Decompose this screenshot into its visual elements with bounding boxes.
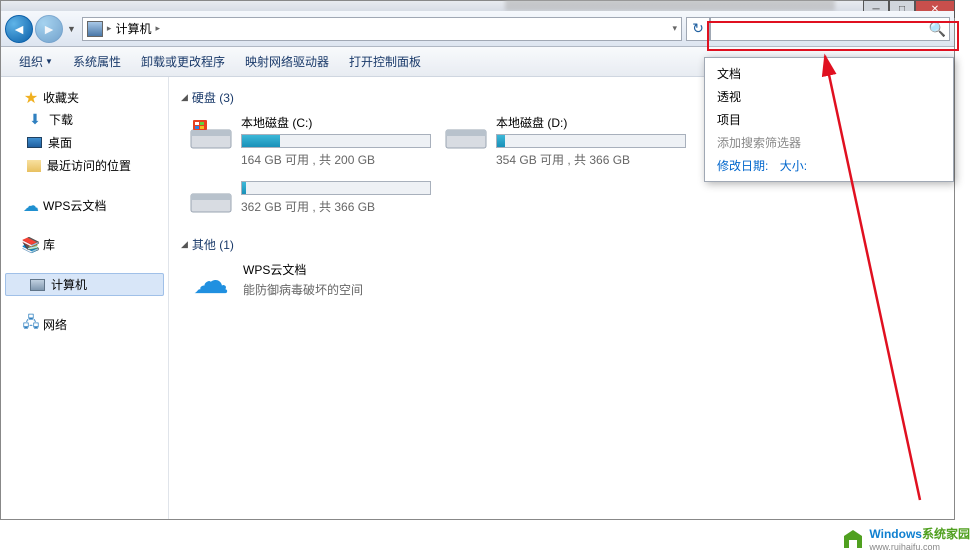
breadcrumb[interactable]: ▸ 计算机 ▸ ▾	[82, 17, 682, 41]
nav-wps-header[interactable]: ☁ WPS云文档	[1, 195, 168, 216]
desktop-icon	[27, 137, 42, 148]
watermark-brand: Windows系统家园	[869, 525, 970, 542]
search-filters: 修改日期: 大小:	[705, 154, 953, 177]
nav-label: 最近访问的位置	[47, 157, 131, 174]
nav-group-wps: ☁ WPS云文档	[1, 195, 168, 216]
star-icon: ★	[23, 90, 39, 106]
nav-forward-button[interactable]: ►	[35, 15, 63, 43]
watermark-logo-icon	[841, 528, 865, 550]
open-control-panel-button[interactable]: 打开控制面板	[341, 49, 429, 74]
breadcrumb-dropdown[interactable]: ▾	[672, 23, 677, 34]
search-suggestion-item[interactable]: 项目	[705, 108, 953, 131]
group-header-other[interactable]: ◢ 其他 (1)	[181, 236, 942, 253]
nav-label: 下载	[49, 111, 73, 128]
organize-menu[interactable]: 组织▼	[11, 49, 61, 74]
breadcrumb-separator[interactable]: ▸	[155, 23, 160, 34]
search-filter-label: 添加搜索筛选器	[705, 131, 953, 154]
search-icon[interactable]: 🔍	[929, 21, 946, 38]
nav-item-downloads[interactable]: ⬇ 下载	[1, 108, 168, 131]
drive-capacity-bar	[241, 134, 431, 148]
refresh-button[interactable]: ↻	[686, 17, 710, 41]
collapse-icon: ◢	[181, 92, 188, 103]
network-icon: 🖧	[23, 317, 39, 333]
drive-icon	[444, 114, 488, 154]
drive-capacity-bar	[496, 134, 686, 148]
recent-icon	[27, 160, 41, 172]
nav-back-button[interactable]: ◄	[5, 15, 33, 43]
drive-name: 本地磁盘 (C:)	[241, 114, 434, 131]
nav-group-libraries: 📚 库	[1, 234, 168, 255]
nav-label: 计算机	[51, 276, 87, 293]
group-label: 其他 (1)	[192, 236, 234, 253]
drive-stats: 362 GB 可用 , 共 366 GB	[241, 198, 434, 215]
search-suggestion-item[interactable]: 透视	[705, 85, 953, 108]
drive-item-d[interactable]: 本地磁盘 (D:) 354 GB 可用 , 共 366 GB	[444, 114, 689, 168]
breadcrumb-separator: ▸	[107, 23, 112, 34]
explorer-window: ─ □ ✕ ◄ ► ▼ ▸ 计算机 ▸ ▾ ↻ 🔍 文档 透视 项目 添加搜索筛…	[0, 0, 955, 520]
drive-item-c[interactable]: 本地磁盘 (C:) 164 GB 可用 , 共 200 GB	[189, 114, 434, 168]
drive-stats: 164 GB 可用 , 共 200 GB	[241, 151, 434, 168]
nav-label: 桌面	[48, 134, 72, 151]
title-bar: ─ □ ✕	[1, 1, 954, 11]
nav-group-computer: 计算机	[1, 273, 168, 296]
nav-label: 网络	[43, 316, 67, 333]
nav-group-favorites: ★ 收藏夹 ⬇ 下载 桌面 最近访问的位置	[1, 87, 168, 177]
collapse-icon: ◢	[181, 239, 188, 250]
cloud-icon: ☁	[189, 261, 233, 301]
nav-group-network: 🖧 网络	[1, 314, 168, 335]
system-properties-button[interactable]: 系统属性	[65, 49, 129, 74]
breadcrumb-location[interactable]: 计算机	[115, 20, 151, 37]
nav-item-recent[interactable]: 最近访问的位置	[1, 154, 168, 177]
search-suggestion-item[interactable]: 文档	[705, 62, 953, 85]
drive-stats: 354 GB 可用 , 共 366 GB	[496, 151, 689, 168]
search-input[interactable]	[710, 17, 950, 41]
drive-capacity-bar	[241, 181, 431, 195]
library-icon: 📚	[23, 237, 39, 253]
nav-network-header[interactable]: 🖧 网络	[1, 314, 168, 335]
nav-computer-header[interactable]: 计算机	[5, 273, 164, 296]
drive-icon	[189, 114, 233, 154]
nav-favorites-header[interactable]: ★ 收藏夹	[1, 87, 168, 108]
cloud-icon: ☁	[23, 198, 39, 214]
filter-size[interactable]: 大小:	[780, 159, 807, 173]
nav-history-dropdown[interactable]: ▼	[67, 24, 76, 34]
cloud-name: WPS云文档	[243, 261, 363, 278]
nav-bar: ◄ ► ▼ ▸ 计算机 ▸ ▾ ↻ 🔍	[1, 11, 954, 47]
drive-icon	[189, 178, 233, 218]
wps-cloud-item[interactable]: ☁ WPS云文档 能防御病毒破坏的空间	[189, 261, 363, 301]
uninstall-programs-button[interactable]: 卸载或更改程序	[133, 49, 233, 74]
cloud-description: 能防御病毒破坏的空间	[243, 281, 363, 298]
watermark-url: www.ruihaifu.com	[869, 542, 970, 552]
other-group: ☁ WPS云文档 能防御病毒破坏的空间	[181, 261, 942, 301]
group-label: 硬盘 (3)	[192, 89, 234, 106]
watermark: Windows系统家园 www.ruihaifu.com	[841, 525, 970, 552]
nav-label: 库	[43, 236, 55, 253]
search-suggestions-dropdown: 文档 透视 项目 添加搜索筛选器 修改日期: 大小:	[704, 57, 954, 182]
downloads-icon: ⬇	[27, 112, 43, 128]
nav-label: WPS云文档	[43, 197, 106, 214]
filter-modified-date[interactable]: 修改日期:	[717, 159, 768, 173]
drive-item-3[interactable]: 362 GB 可用 , 共 366 GB	[189, 178, 434, 218]
navigation-pane: ★ 收藏夹 ⬇ 下载 桌面 最近访问的位置	[1, 77, 169, 519]
map-network-drive-button[interactable]: 映射网络驱动器	[237, 49, 337, 74]
nav-libraries-header[interactable]: 📚 库	[1, 234, 168, 255]
title-blur	[505, 0, 835, 11]
nav-item-desktop[interactable]: 桌面	[1, 131, 168, 154]
search-wrapper: 🔍	[710, 17, 950, 41]
drive-name: 本地磁盘 (D:)	[496, 114, 689, 131]
nav-label: 收藏夹	[43, 89, 79, 106]
computer-icon	[87, 21, 103, 37]
computer-icon	[30, 279, 45, 291]
